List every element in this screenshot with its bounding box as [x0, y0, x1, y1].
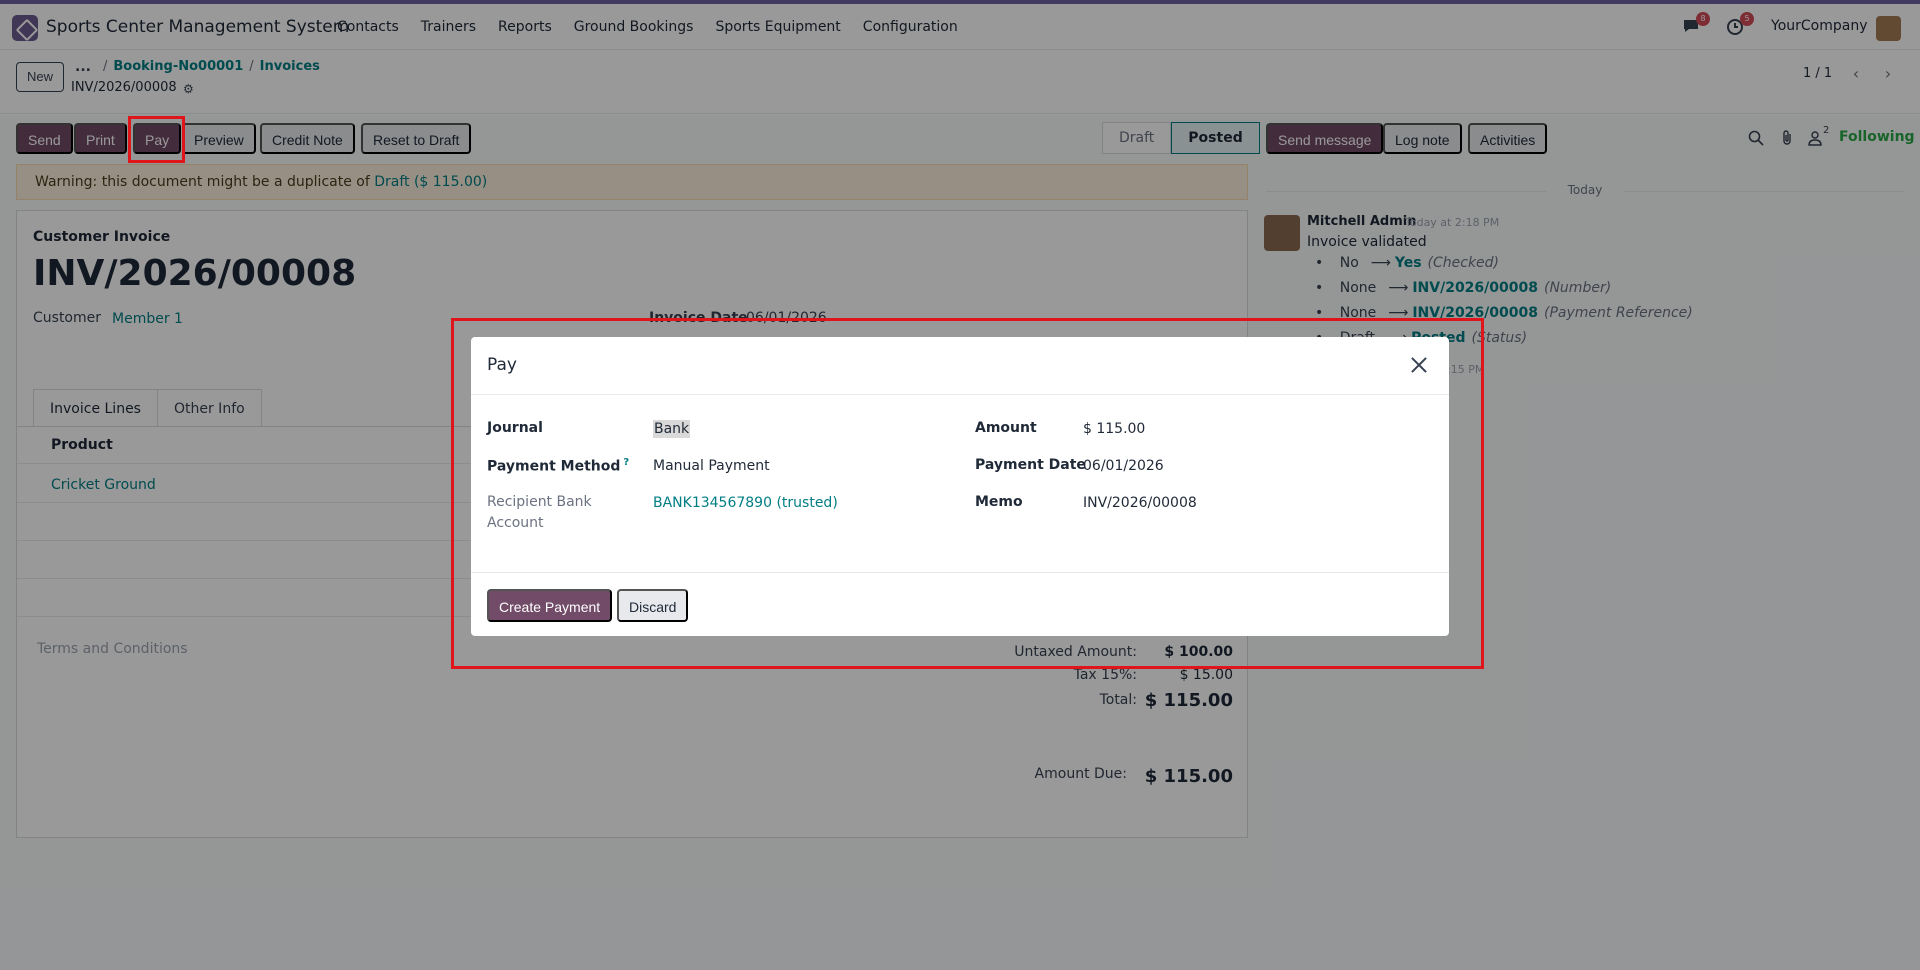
- journal-field[interactable]: Bank: [653, 420, 691, 438]
- dialog-title: Pay: [487, 355, 517, 375]
- pay-dialog: Pay Journal Bank Payment Method? Manual …: [471, 337, 1449, 636]
- pay-button-highlight: [128, 116, 185, 163]
- dialog-header-divider: [471, 394, 1449, 395]
- payment-method-label-text: Payment Method: [487, 458, 621, 475]
- payment-date-label: Payment Date: [975, 457, 1086, 473]
- recipient-bank-label: Recipient Bank Account: [487, 494, 592, 531]
- payment-date-field[interactable]: 06/01/2026: [1083, 458, 1164, 474]
- memo-label: Memo: [975, 494, 1023, 510]
- close-icon[interactable]: [1409, 355, 1429, 375]
- recipient-bank-field[interactable]: BANK134567890 (trusted): [653, 495, 838, 511]
- create-payment-button[interactable]: Create Payment: [487, 589, 613, 622]
- help-icon[interactable]: ?: [623, 457, 629, 468]
- memo-field[interactable]: INV/2026/00008: [1083, 495, 1197, 511]
- payment-method-label: Payment Method?: [487, 457, 629, 475]
- amount-field[interactable]: $ 115.00: [1083, 421, 1145, 437]
- discard-button[interactable]: Discard: [617, 589, 689, 622]
- amount-label: Amount: [975, 420, 1037, 436]
- payment-method-field[interactable]: Manual Payment: [653, 458, 770, 474]
- journal-label: Journal: [487, 420, 543, 436]
- journal-value: Bank: [653, 420, 691, 438]
- dialog-footer-divider: [471, 572, 1449, 573]
